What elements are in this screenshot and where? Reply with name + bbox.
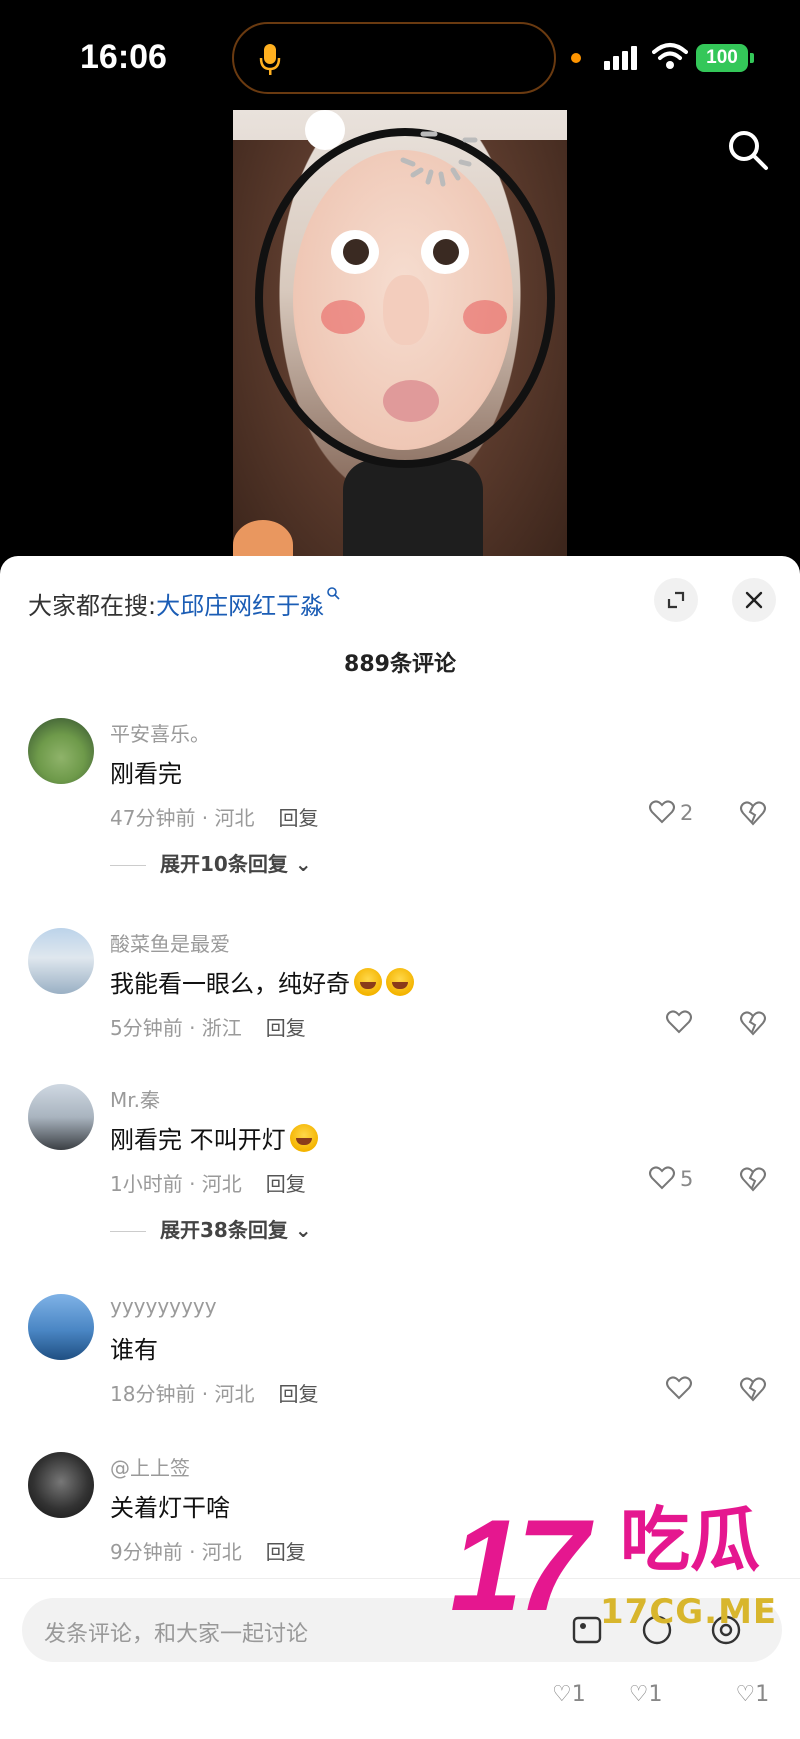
like-count: 5: [680, 1167, 694, 1191]
avatar[interactable]: [28, 928, 94, 994]
reply-button[interactable]: 回复: [266, 1172, 306, 1196]
comment-username[interactable]: 平安喜乐。: [110, 718, 210, 747]
divider-line: [110, 1231, 146, 1232]
status-bar: 16:06 100: [0, 0, 800, 110]
laughing-crying-emoji-icon: [386, 968, 414, 996]
wifi-icon: [652, 43, 688, 69]
comment-meta: 47分钟前 · 河北 回复: [110, 802, 319, 831]
comment-time-location: 5分钟前 · 浙江: [110, 1016, 242, 1040]
close-icon: [745, 591, 763, 609]
watermark-cn: 吃瓜: [620, 1499, 760, 1581]
like-button[interactable]: [665, 1008, 693, 1038]
microphone-icon: [259, 44, 281, 75]
battery-tip: [750, 53, 754, 63]
search-icon[interactable]: [726, 128, 770, 172]
expand-button[interactable]: [654, 578, 698, 622]
watermark-number: 17: [450, 1492, 589, 1638]
comment-text: 谁有: [110, 1336, 158, 1364]
avatar[interactable]: [28, 718, 94, 784]
comment-count: 889条评论: [344, 652, 456, 677]
comment-username[interactable]: @上上签: [110, 1452, 190, 1481]
comment-meta: 1小时前 · 河北 回复: [110, 1168, 306, 1197]
close-button[interactable]: [732, 578, 776, 622]
heart-icon: [666, 1010, 692, 1034]
broken-heart-icon[interactable]: [738, 1164, 768, 1194]
expand-replies-button[interactable]: 展开10条回复 ⌄: [110, 848, 312, 877]
reply-button[interactable]: 回复: [266, 1016, 306, 1040]
expand-replies-button[interactable]: 展开38条回复 ⌄: [110, 1214, 312, 1243]
comment-text: 刚看完 不叫开灯: [110, 1120, 318, 1155]
like-button[interactable]: ♡1: [735, 1682, 787, 1707]
trending-search[interactable]: 大家都在搜:大邱庄网红于淼: [28, 586, 340, 621]
expand-replies-label: 展开38条回复: [160, 1218, 288, 1242]
comment-text-content: 刚看完 不叫开灯: [110, 1126, 286, 1154]
comment-meta: 18分钟前 · 河北 回复: [110, 1378, 319, 1407]
reply-button[interactable]: 回复: [266, 1540, 306, 1564]
heart-icon: [649, 800, 675, 824]
battery-indicator: 100: [696, 44, 748, 72]
reply-button[interactable]: 回复: [279, 1382, 319, 1406]
comment-username[interactable]: yyyyyyyyy: [110, 1294, 217, 1318]
heart-icon: [666, 1376, 692, 1400]
like-count: 1: [648, 1682, 663, 1707]
status-time: 16:06: [80, 38, 167, 76]
comment-text-content: 我能看一眼么，纯好奇: [110, 970, 350, 998]
loading-spinner-icon: [400, 131, 478, 187]
chevron-down-icon: ⌄: [294, 1218, 312, 1242]
laughing-crying-emoji-icon: [289, 1124, 318, 1152]
expand-replies-label: 展开10条回复: [160, 852, 288, 876]
broken-heart-icon[interactable]: [738, 1374, 768, 1404]
comment-input-placeholder: 发条评论，和大家一起讨论: [44, 1622, 309, 1647]
like-button[interactable]: 2: [648, 798, 693, 828]
broken-heart-icon[interactable]: [738, 1008, 768, 1038]
cellular-signal-icon: [604, 46, 637, 70]
like-button[interactable]: [665, 1374, 693, 1404]
like-button[interactable]: ♡1: [629, 1682, 681, 1707]
trending-prefix: 大家都在搜:: [28, 592, 157, 620]
comment-username[interactable]: 酸菜鱼是最爱: [110, 928, 230, 957]
shirt: [343, 460, 483, 560]
reply-button[interactable]: 回复: [279, 806, 319, 830]
comment-time-location: 47分钟前 · 河北: [110, 806, 255, 830]
avatar[interactable]: [28, 1084, 94, 1150]
expand-icon: [667, 591, 685, 609]
comment-time-location: 1小时前 · 河北: [110, 1172, 242, 1196]
comment-meta: 5分钟前 · 浙江 回复: [110, 1012, 306, 1041]
comment-time-location: 18分钟前 · 河北: [110, 1382, 255, 1406]
trending-term-link[interactable]: 大邱庄网红于淼: [156, 592, 324, 620]
watermark-logo: 17 吃瓜 17CG.ME: [450, 1500, 800, 1650]
comment-text: 我能看一眼么，纯好奇: [110, 964, 414, 999]
divider-line: [110, 865, 146, 866]
search-icon: [327, 587, 340, 600]
avatar[interactable]: [28, 1294, 94, 1360]
avatar[interactable]: [28, 1452, 94, 1518]
chevron-down-icon: ⌄: [294, 852, 312, 876]
heart-icon: [649, 1166, 675, 1190]
like-count: 1: [755, 1682, 770, 1707]
like-button[interactable]: 5: [648, 1164, 693, 1194]
bunny-sticker: [305, 110, 345, 150]
bottom-like-row: ♡1 ♡1 ♡1: [552, 1682, 800, 1707]
like-button[interactable]: ♡1: [552, 1682, 604, 1707]
like-count: 2: [680, 801, 694, 825]
comment-time-location: 9分钟前 · 河北: [110, 1540, 242, 1564]
dynamic-island: [232, 22, 556, 94]
comment-meta: 9分钟前 · 河北 回复: [110, 1536, 306, 1565]
video-player[interactable]: [233, 110, 567, 560]
watermark-url: 17CG.ME: [600, 1592, 778, 1632]
comment-username[interactable]: Mr.秦: [110, 1084, 160, 1113]
comment-text: 刚看完: [110, 760, 182, 788]
privacy-indicator-dot: [571, 53, 581, 63]
like-count: 1: [571, 1682, 586, 1707]
comment-text: 关着灯干啥: [110, 1494, 230, 1522]
broken-heart-icon[interactable]: [738, 798, 768, 828]
laughing-crying-emoji-icon: [354, 968, 382, 996]
